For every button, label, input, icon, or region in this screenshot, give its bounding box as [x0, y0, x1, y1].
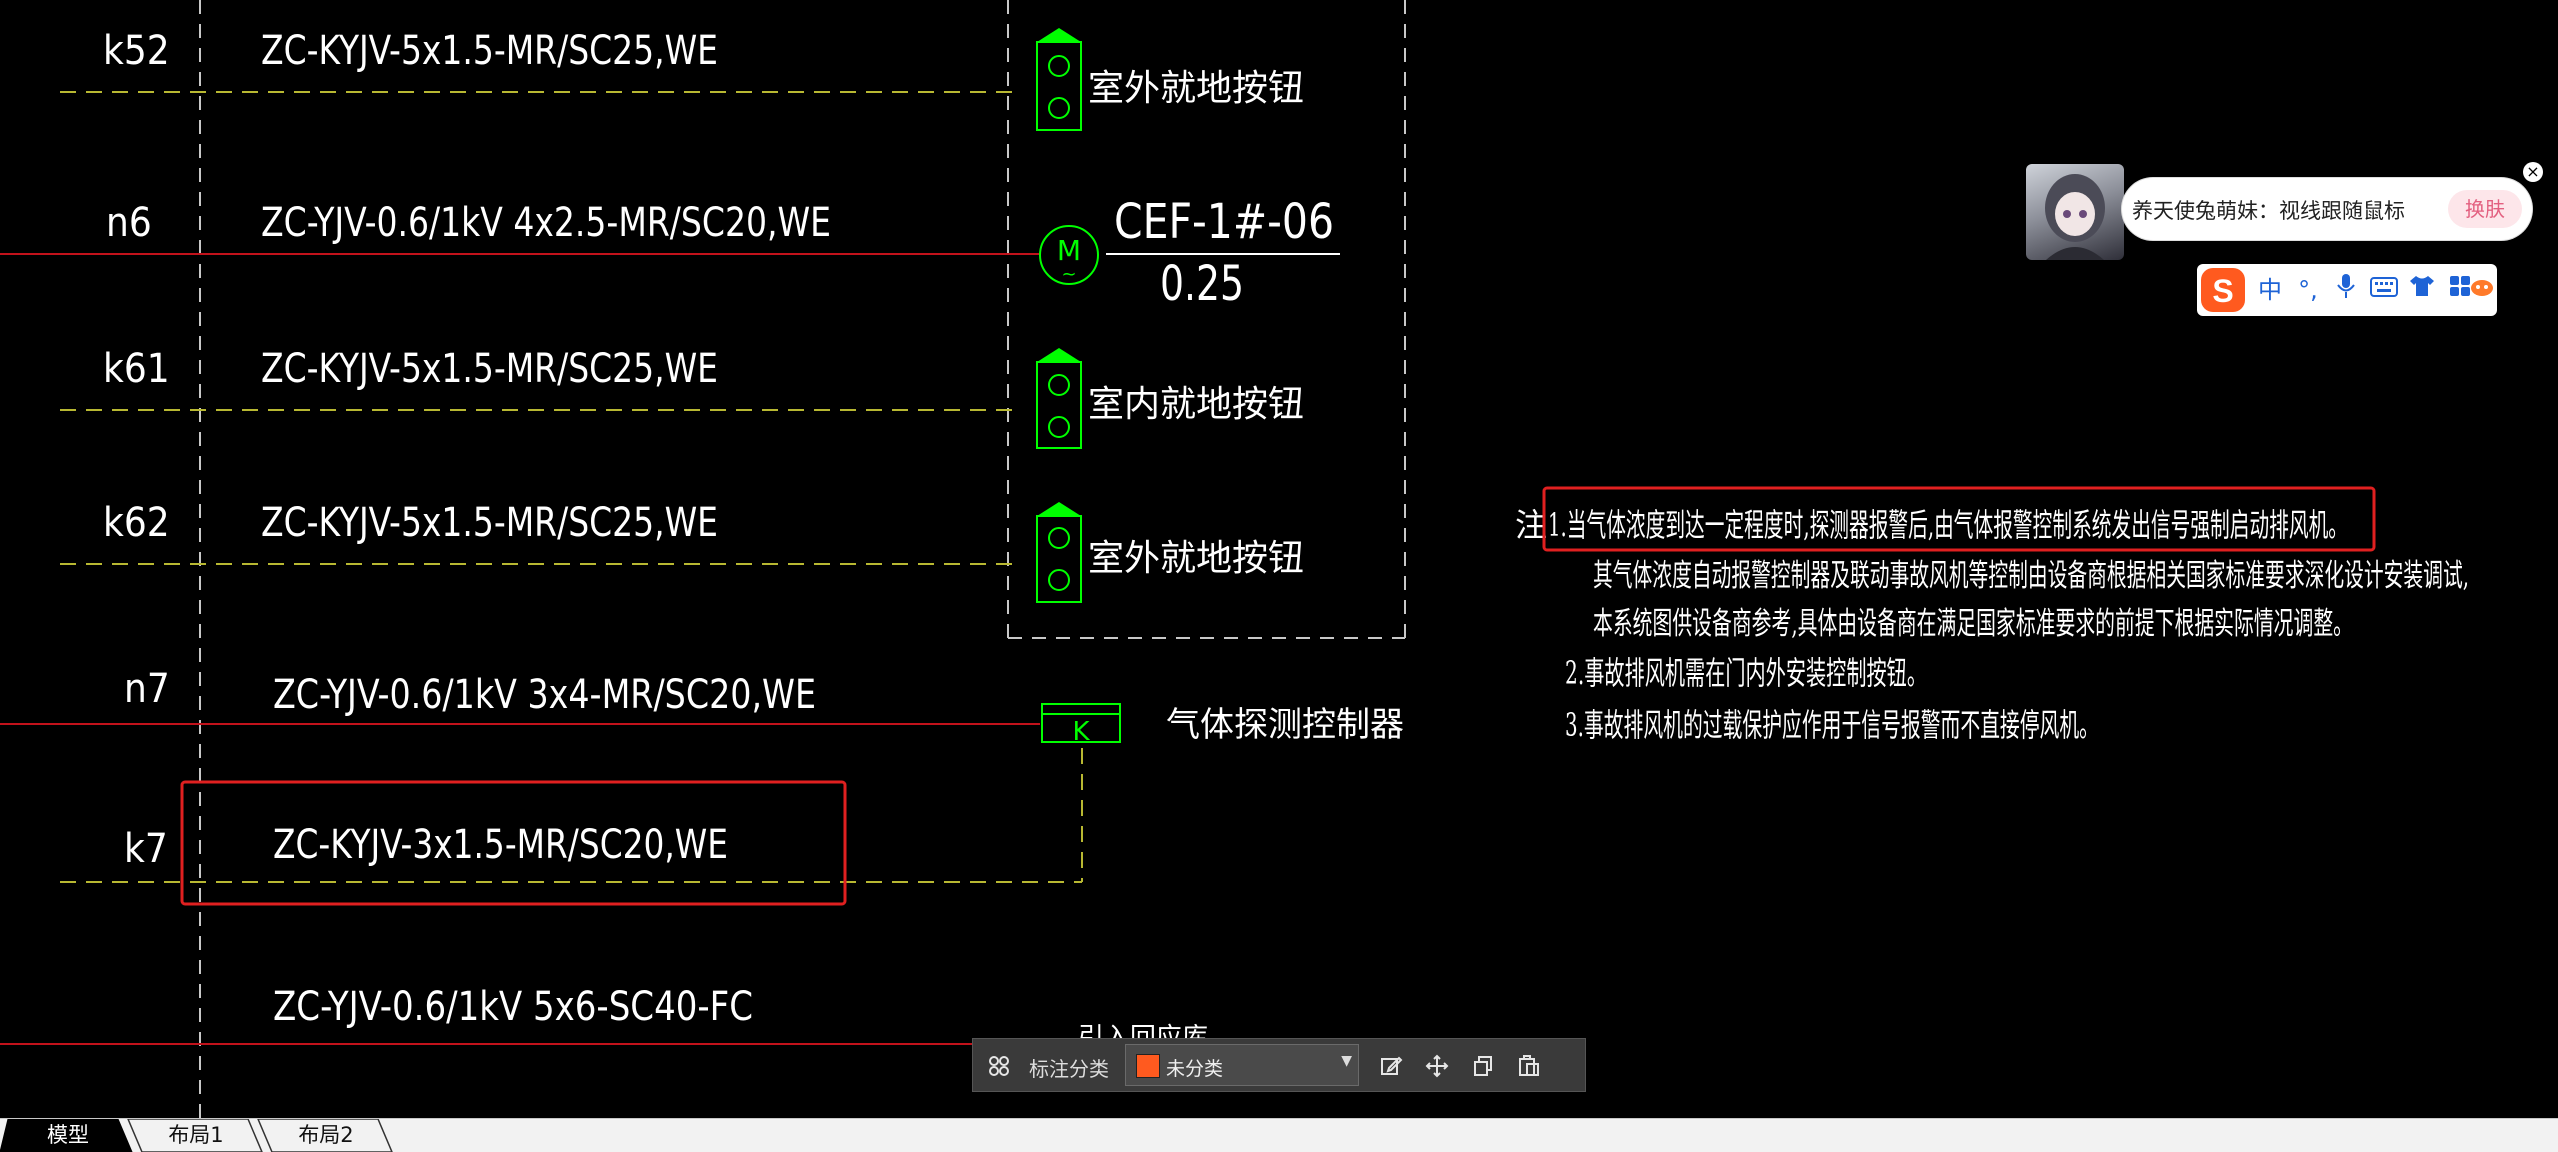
change-skin-button[interactable]: 换肤 — [2448, 190, 2522, 228]
shirt-icon[interactable] — [2405, 272, 2439, 308]
edit-icon[interactable] — [1373, 1048, 1409, 1084]
category-select-value: 未分类 — [1166, 1058, 1224, 1080]
ime-mode-chinese[interactable]: 中 — [2253, 272, 2287, 308]
tab-model[interactable]: 模型 — [10, 1119, 126, 1152]
circuit-id-n7: n7 — [124, 666, 170, 712]
note-line-3: 本系统图供设备商参考,具体由设备商在满足国家标准要求的前提下根据实际情况调整。 — [1593, 606, 2353, 642]
device-label-k52: 室外就地按钮 — [1088, 68, 1304, 109]
grid-icon[interactable] — [981, 1048, 1017, 1084]
move-icon[interactable] — [1419, 1048, 1455, 1084]
cable-spec-n6: ZC-YJV-0.6/1kV 4x2.5-MR/SC20,WE — [261, 200, 831, 246]
mic-icon[interactable] — [2329, 272, 2363, 308]
mascot-widget: 养天使兔萌妹：视线跟随鼠标 换肤 × — [2026, 162, 2543, 272]
cable-spec-k62: ZC-KYJV-5x1.5-MR/SC25,WE — [261, 500, 718, 546]
cable-spec-feeder: ZC-YJV-0.6/1kV 5x6-SC40-FC — [273, 984, 753, 1030]
svg-text:K: K — [1072, 717, 1090, 747]
note-line-1: 1.当气体浓度到达一定程度时,探测器报警后,由气体报警控制系统发出信号强制启动排… — [1548, 506, 2348, 544]
motor-tag: CEF-1#-06 — [1114, 194, 1334, 250]
annotation-category-select[interactable]: 未分类 ▼ — [1125, 1044, 1359, 1086]
notes-prefix: 注 — [1515, 506, 1547, 544]
push-button-symbol-k61 — [1036, 348, 1082, 449]
copy-icon[interactable] — [1465, 1048, 1501, 1084]
close-icon[interactable]: × — [2523, 162, 2543, 182]
note-line-4: 2.事故排风机需在门内外安装控制按钮。 — [1565, 654, 1927, 692]
cable-spec-n7: ZC-YJV-0.6/1kV 3x4-MR/SC20,WE — [273, 672, 816, 718]
layout-tab-bar: 模型 布局1 布局2 — [0, 1118, 2558, 1152]
mascot-bubble-text: 养天使兔萌妹：视线跟随鼠标 — [2132, 199, 2405, 223]
gas-controller-symbol: K — [1041, 703, 1121, 747]
cable-spec-k52: ZC-KYJV-5x1.5-MR/SC25,WE — [261, 28, 718, 74]
device-label-n7: 气体探测控制器 — [1166, 705, 1404, 745]
tab-layout-1[interactable]: 布局1 — [138, 1119, 254, 1152]
note-line-5: 3.事故排风机的过载保护应作用于信号报警而不直接停风机。 — [1565, 706, 2099, 744]
circuit-id-k61: k61 — [103, 346, 170, 392]
svg-text:S: S — [2212, 273, 2233, 309]
annotation-toolbar: 标注分类 未分类 ▼ — [972, 1038, 1586, 1092]
push-button-symbol-k62 — [1036, 502, 1082, 603]
cable-spec-k7: ZC-KYJV-3x1.5-MR/SC20,WE — [273, 822, 728, 868]
push-button-symbol-k52 — [1036, 28, 1082, 131]
circuit-id-k62: k62 — [103, 500, 170, 546]
ime-toolbar: S 中 °, — [2197, 264, 2497, 316]
sogou-logo-icon[interactable]: S — [2197, 264, 2249, 316]
paste-icon[interactable] — [1511, 1048, 1547, 1084]
chevron-down-icon: ▼ — [1341, 1053, 1352, 1069]
motor-power: 0.25 — [1160, 256, 1244, 312]
device-label-k61: 室内就地按钮 — [1088, 384, 1304, 425]
circuit-id-k52: k52 — [103, 28, 170, 74]
avatar[interactable] — [2026, 164, 2124, 260]
circuit-id-n6: n6 — [106, 200, 152, 246]
ime-punctuation-toggle[interactable]: °, — [2291, 272, 2325, 308]
device-label-k62: 室外就地按钮 — [1088, 538, 1304, 579]
mascot-bubble: 养天使兔萌妹：视线跟随鼠标 换肤 — [2122, 178, 2532, 240]
annotation-category-label: 标注分类 — [1029, 1057, 1109, 1081]
category-color-swatch — [1136, 1054, 1160, 1078]
svg-text:M: M — [1057, 234, 1081, 267]
tab-layout-2[interactable]: 布局2 — [268, 1119, 384, 1152]
mascot-icon[interactable] — [2467, 272, 2497, 308]
cable-spec-k61: ZC-KYJV-5x1.5-MR/SC25,WE — [261, 346, 718, 392]
motor-symbol: M ~ — [1039, 225, 1099, 285]
circuit-id-k7: k7 — [124, 826, 168, 872]
note-line-2: 其气体浓度自动报警控制器及联动事故风机等控制由设备商根据相关国家标准要求深化设计… — [1593, 558, 2469, 594]
svg-text:~: ~ — [1061, 264, 1076, 285]
keyboard-icon[interactable] — [2367, 272, 2401, 308]
